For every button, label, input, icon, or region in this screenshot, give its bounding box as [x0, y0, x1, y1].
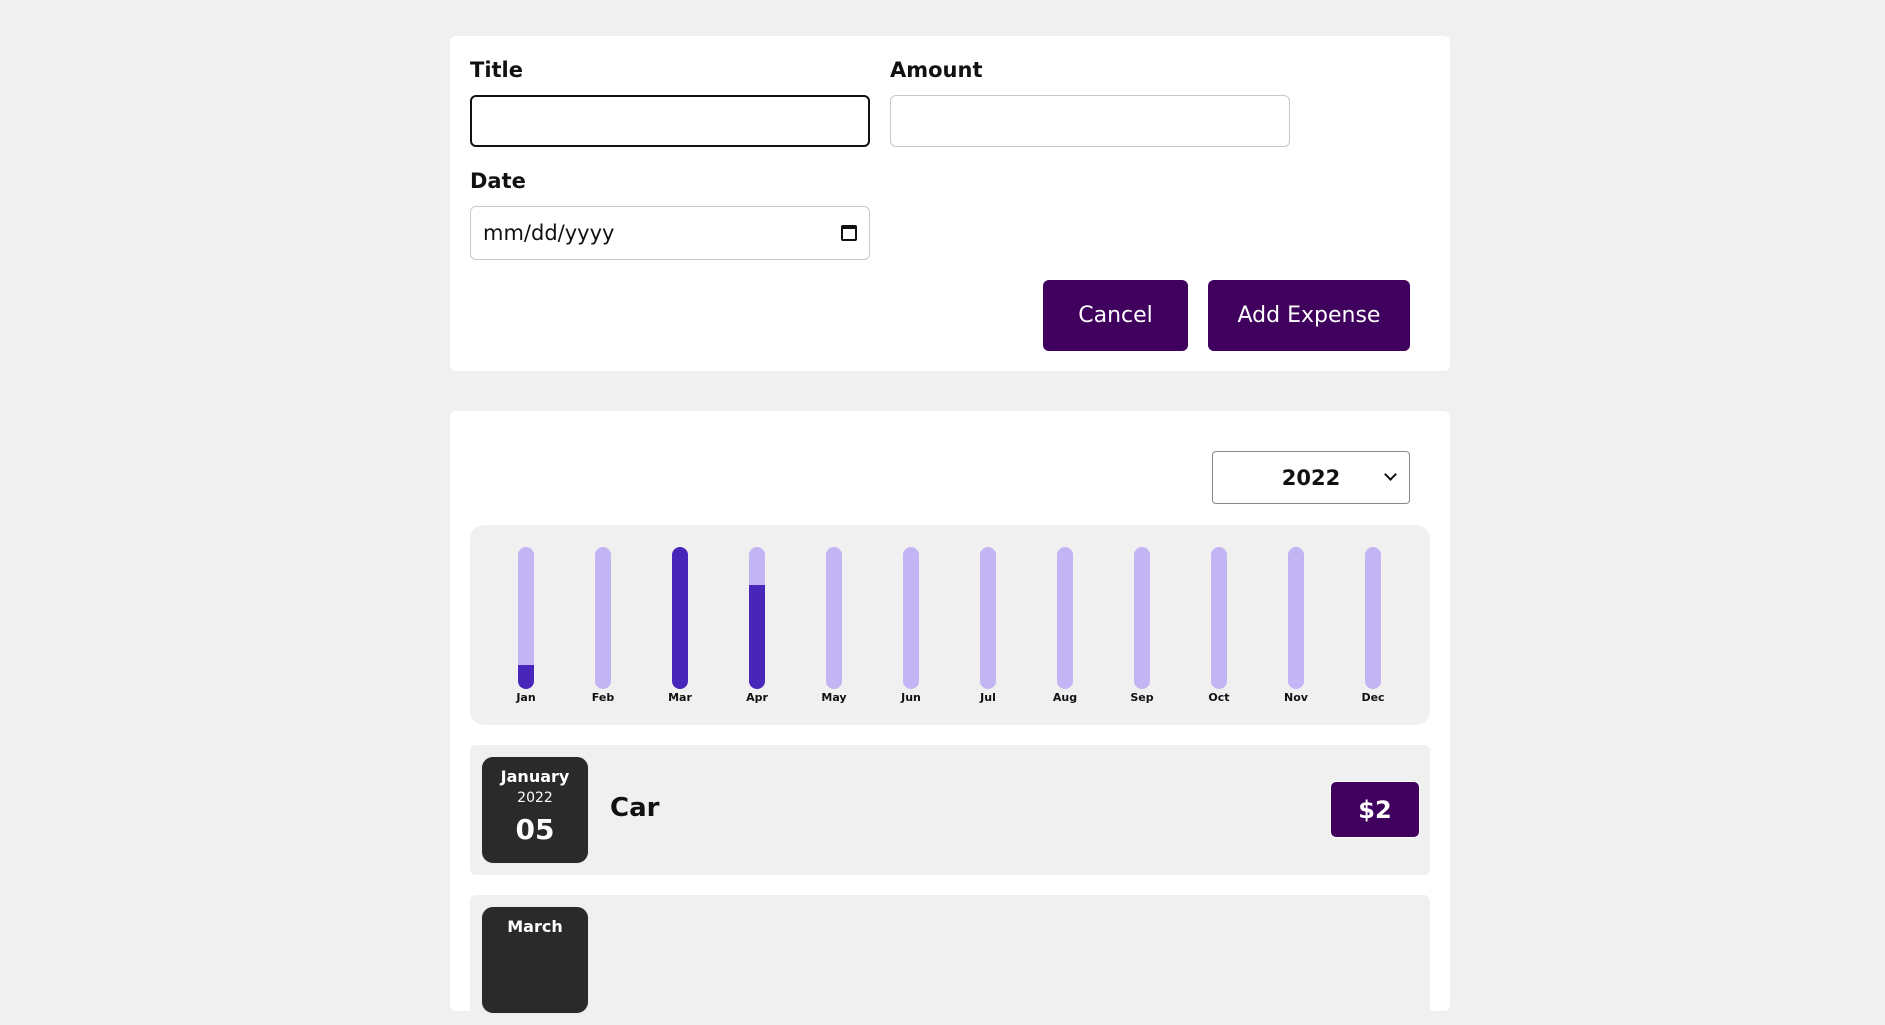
expenses-chart: Jan Feb Mar Apr May Jun Jul Aug Sep Oct Nov Dec — [470, 525, 1430, 725]
expense-item: March — [470, 895, 1430, 1025]
chart-label-oct: Oct — [1208, 691, 1230, 704]
chart-label-dec: Dec — [1361, 691, 1385, 704]
chart-label-jun: Jun — [901, 691, 921, 704]
chart-label-feb: Feb — [591, 691, 615, 704]
chart-bar-apr — [749, 547, 765, 689]
chart-bar-may — [826, 547, 842, 689]
expense-date-day: 05 — [515, 813, 555, 846]
chart-label-mar: Mar — [668, 691, 692, 704]
chart-bar-jul — [980, 547, 996, 689]
chart-label-aug: Aug — [1052, 691, 1078, 704]
date-placeholder: mm/dd/yyyy — [483, 221, 615, 245]
chart-label-nov: Nov — [1284, 691, 1308, 704]
year-filter-value: 2022 — [1281, 465, 1341, 490]
chart-bar-jun — [903, 547, 919, 689]
chart-bar-jan — [518, 547, 534, 689]
chart-bar-sep — [1134, 547, 1150, 689]
chart-bar-fill-mar — [672, 547, 688, 689]
amount-input[interactable] — [890, 95, 1290, 147]
chart-label-sep: Sep — [1130, 691, 1154, 704]
date-input[interactable]: mm/dd/yyyy — [470, 206, 870, 260]
expense-date: January 2022 05 — [481, 756, 589, 864]
chart-bar-fill-apr — [749, 585, 765, 689]
chevron-down-icon — [1384, 468, 1397, 481]
title-input[interactable] — [470, 95, 870, 147]
new-expense-form: Title Amount Date mm/dd/yyyy Cancel Add … — [450, 36, 1450, 371]
year-filter-select[interactable]: 2022 — [1212, 451, 1410, 504]
chart-label-apr: Apr — [746, 691, 768, 704]
chart-bar-feb — [595, 547, 611, 689]
chart-bar-aug — [1057, 547, 1073, 689]
add-expense-button[interactable]: Add Expense — [1208, 280, 1410, 351]
calendar-icon[interactable] — [841, 225, 857, 241]
chart-bar-oct — [1211, 547, 1227, 689]
cancel-button[interactable]: Cancel — [1043, 280, 1188, 351]
chart-bar-mar — [672, 547, 688, 689]
chart-label-jul: Jul — [980, 691, 996, 704]
chart-bar-nov — [1288, 547, 1304, 689]
expense-date-year: 2022 — [517, 790, 553, 806]
expense-date: March — [481, 906, 589, 1014]
expense-title: Car — [610, 793, 660, 823]
title-label: Title — [470, 58, 524, 82]
date-label: Date — [470, 169, 526, 193]
chart-label-jan: Jan — [516, 691, 536, 704]
expenses-panel: 2022 Jan Feb Mar Apr May Jun Jul Aug Sep Oct Nov De… — [450, 411, 1450, 1025]
expense-date-month: January — [500, 767, 570, 786]
chart-bar-dec — [1365, 547, 1381, 689]
chart-label-may: May — [821, 691, 847, 704]
expense-amount: $2 — [1330, 781, 1420, 838]
expense-item: January 2022 05 Car $2 — [470, 745, 1430, 875]
amount-label: Amount — [890, 58, 983, 82]
chart-bar-fill-jan — [518, 664, 534, 689]
